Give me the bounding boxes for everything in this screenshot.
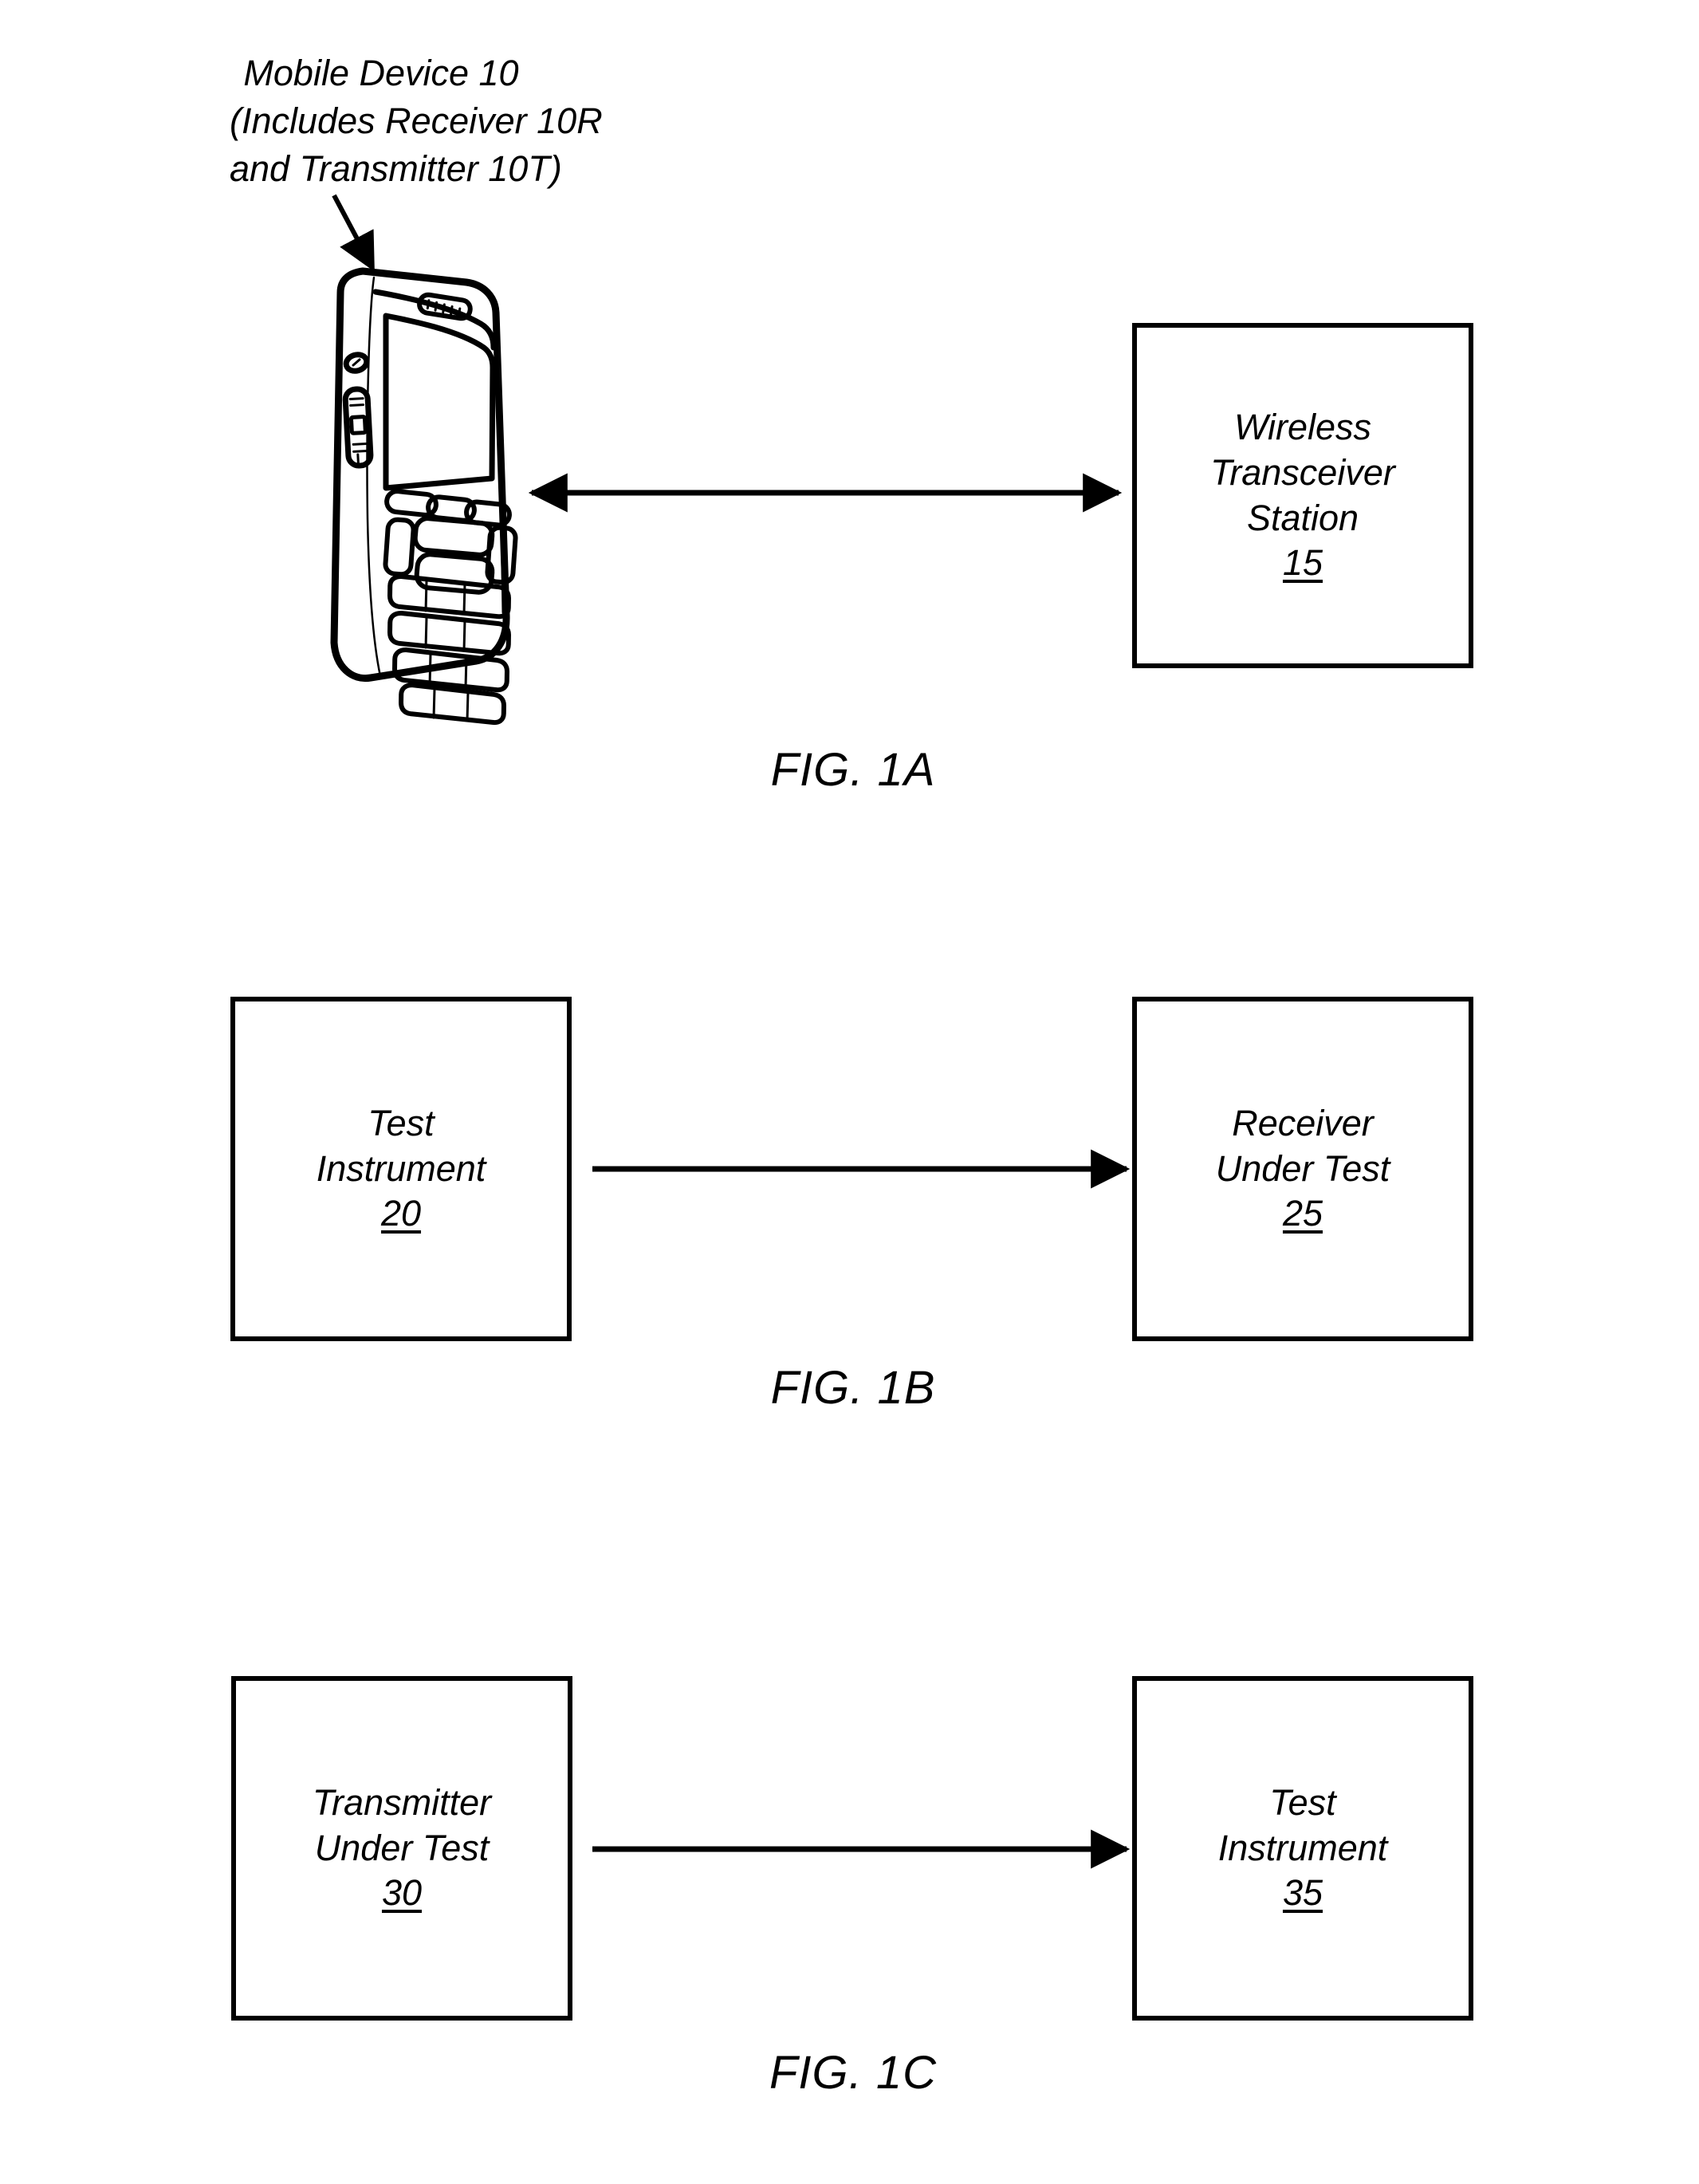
block-test-instrument-20: Test Instrument 20 [230,997,572,1341]
block-25-line-2: Under Test [1215,1147,1390,1189]
fig-1b-caption: FIG. 1B [770,1362,936,1414]
block-15-text: Wireless Transceiver Station 15 [1137,405,1469,586]
fig-1c-caption: FIG. 1C [769,2047,938,2099]
callout-line-3: and Transmitter 10T) [230,148,562,189]
block-test-instrument-35: Test Instrument 35 [1132,1676,1473,2021]
block-30-line-1: Transmitter [312,1781,492,1823]
drawing-sheet: Mobile Device 10 (Includes Receiver 10R … [0,0,1699,2184]
mobile-device-illustration [330,267,518,726]
block-15-line-2: Transceiver [1210,451,1395,493]
block-20-ref: 20 [380,1193,422,1234]
block-30-line-2: Under Test [314,1827,490,1868]
block-30-text: Transmitter Under Test 30 [236,1781,568,1916]
block-receiver-under-test-25: Receiver Under Test 25 [1132,997,1473,1341]
block-wireless-transceiver-station: Wireless Transceiver Station 15 [1132,323,1473,668]
fig-1a-caption: FIG. 1A [770,744,936,796]
block-20-line-2: Instrument [316,1147,486,1189]
callout-line-1: Mobile Device 10 [243,53,519,93]
block-25-line-1: Receiver [1232,1102,1374,1143]
mobile-device-callout: Mobile Device 10 (Includes Receiver 10R … [230,49,603,193]
block-35-ref: 35 [1282,1872,1323,1914]
block-20-text: Test Instrument 20 [235,1101,567,1237]
block-15-line-1: Wireless [1233,407,1372,448]
fig1a-connector-arrow [528,473,1123,513]
block-35-text: Test Instrument 35 [1137,1781,1469,1916]
block-25-text: Receiver Under Test 25 [1137,1101,1469,1237]
callout-line-2: (Includes Receiver 10R [230,100,603,141]
block-25-ref: 25 [1282,1193,1323,1234]
fig1c-connector-arrow [592,1829,1131,1869]
block-35-line-1: Test [1269,1781,1336,1823]
block-15-ref: 15 [1282,542,1323,584]
block-20-line-1: Test [368,1102,435,1143]
block-transmitter-under-test-30: Transmitter Under Test 30 [231,1676,572,2021]
fig1b-connector-arrow [592,1149,1131,1189]
block-15-line-3: Station [1246,497,1359,538]
block-35-line-2: Instrument [1217,1827,1388,1868]
block-30-ref: 30 [381,1872,423,1914]
